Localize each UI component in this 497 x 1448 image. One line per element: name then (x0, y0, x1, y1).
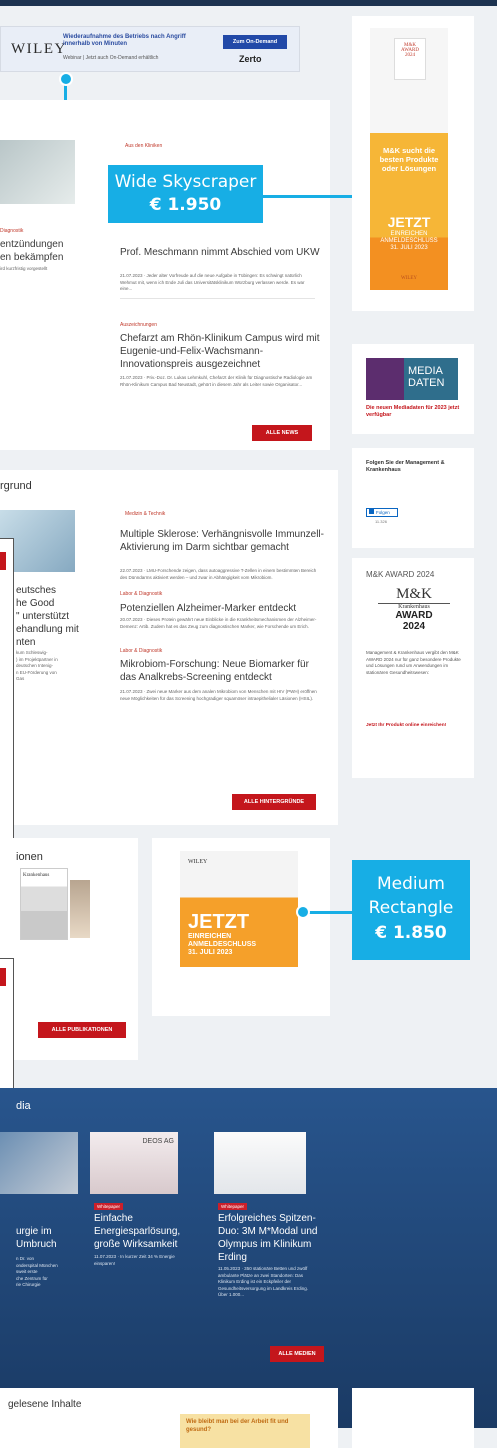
callout-medium-rectangle-line1: Medium (377, 874, 445, 894)
divider (120, 298, 315, 299)
media-card-3-meta: 11.05.2023 · 350 stationäre Betten und z… (218, 1266, 309, 1297)
ad-subline: Webinar | Jetzt auch On-Demand erhältlic… (63, 55, 159, 61)
magazine-title: Krankenhaus (23, 873, 50, 878)
news-item-meta: 21.07.2023 · Jeder alter Vorfreude auf d… (120, 273, 305, 291)
callout-wide-skyscraper-title: Wide Skyscraper (114, 172, 257, 192)
wiley-webinar-ad[interactable]: WILEY Wiederaufnahme des Betriebs nach A… (0, 26, 300, 72)
background-item-title[interactable]: Potenziellen Alzheimer-Marker entdeckt (120, 602, 325, 615)
award-badge: M&K AWARD 2024 (394, 38, 426, 80)
award-logo: M&K Krankenhaus AWARD 2024 (378, 586, 450, 642)
callout-wide-skyscraper: Wide Skyscraper € 1.950 (108, 165, 263, 223)
background-left-text[interactable]: eutsches he Good " unterstützt ehandlung… (16, 584, 111, 649)
mediadaten-link[interactable]: Die neuen Mediadaten für 2023 jetzt verf… (366, 405, 466, 419)
all-background-button[interactable]: ALLE HINTERGRÜNDE (232, 794, 316, 810)
top-bar (0, 0, 497, 6)
mediadaten-arrow-icon (366, 358, 404, 400)
background-item-title[interactable]: Mikrobiom-Forschung: Neue Biomarker für … (120, 658, 325, 684)
follower-count: 11.326 (375, 519, 387, 524)
all-publications-button[interactable]: ALLE PUBLIKATIONEN (38, 1022, 126, 1038)
background-item-label: Labor & Diagnostik (120, 648, 163, 654)
callout-medium-rectangle-price: € 1.850 (375, 923, 447, 943)
skyscraper-cta: JETZT (387, 214, 431, 230)
background-left-meta: kum Schleswig-) im Projektpartner in deut… (16, 650, 58, 681)
news-left-label: Diagnostik (0, 228, 24, 234)
wide-skyscraper-ad[interactable]: M&K AWARD 2024 M&K sucht die besten Prod… (370, 28, 448, 290)
follow-label: Folgen (376, 510, 390, 515)
news-item-meta: 21.07.2023 · Priv.-Doz. Dr. Lukas Lehmku… (120, 375, 313, 387)
ad-headline: Wiederaufnahme des Betriebs nach Angriff… (63, 34, 186, 48)
overlay-red-strip (0, 968, 6, 986)
publications-heading: ionen (16, 851, 43, 863)
award-logo-top: M&K (378, 586, 450, 604)
wiley-logo: WILEY (400, 276, 418, 281)
background-item-meta: 22.07.2023 · LMU-Forschende zeigen, dass… (120, 568, 317, 580)
wiley-logo: WILEY (188, 859, 208, 865)
callout-dot (59, 72, 73, 86)
news-left-meta: ird kurzfristig vorgestellt (0, 266, 48, 271)
callout-medium-rectangle: Medium Rectangle € 1.850 (352, 860, 470, 960)
background-heading: rgrund (0, 480, 32, 492)
magazine-cover: Krankenhaus (20, 868, 68, 940)
news-item-label: Aus den Kliniken (125, 143, 163, 149)
callout-wide-skyscraper-price: € 1.950 (149, 195, 222, 215)
callout-medium-rectangle-line2: Rectangle (368, 898, 454, 918)
ad-on-demand-button[interactable]: Zum On-Demand (223, 35, 287, 49)
award-link[interactable]: Jetzt Ihr Produkt online einreichen! (366, 723, 464, 730)
media-card-1-image (0, 1132, 78, 1194)
overlay-red-strip (0, 552, 6, 570)
award-description: Management & Krankenhaus vergibt den M&K… (366, 650, 461, 675)
media-card-2-image: DEOS AG (90, 1132, 178, 1194)
zerto-logo: Zerto (239, 54, 262, 64)
media-card-2-meta: 11.07.2023 · In kurzer Zeit 34 % Energie… (94, 1254, 175, 1266)
news-left-image (0, 140, 75, 204)
most-read-ad-text: Wie bleibt man bei der Arbeit fit und ge… (186, 1419, 289, 1433)
background-item-label: Medizin & Technik (125, 511, 166, 517)
news-item-title[interactable]: Prof. Meschmann nimmt Abschied vom UKW (120, 246, 320, 259)
media-card-2-label: Whitepaper (94, 1203, 124, 1210)
media-card-3-label: Whitepaper (218, 1203, 248, 1210)
media-card-1-meta: n Dr. von onderspital München sweit erst… (16, 1256, 58, 1287)
media-card-3-image (214, 1132, 306, 1194)
callout-dot (296, 905, 310, 919)
media-card-2-title[interactable]: Einfache Energiesparlösung, große Wirksa… (94, 1212, 192, 1251)
skyscraper-cta-sub: EINREICHEN ANMELDESCHLUSS 31. JULI 2023 (380, 231, 438, 251)
background-item-label: Labor & Diagnostik (120, 591, 163, 597)
linkedin-icon (369, 509, 374, 514)
magazine-stack (70, 880, 90, 938)
all-media-button[interactable]: ALLE MEDIEN (270, 1346, 324, 1362)
most-read-ad[interactable]: Wie bleibt man bei der Arbeit fit und ge… (180, 1414, 310, 1448)
follow-title: Folgen Sie der Management & Krankenhaus (366, 460, 445, 473)
media-heading: dia (16, 1100, 31, 1112)
news-left-headline[interactable]: entzündungen en bekämpfen (0, 238, 90, 264)
medium-rectangle-ad[interactable]: WILEY JETZT EINREICHEN ANMELDESCHLUSS 31… (180, 851, 298, 967)
wiley-logo: WILEY (11, 41, 67, 57)
background-item-title[interactable]: Multiple Sklerose: Verhängnisvolle Immun… (120, 528, 325, 554)
award-logo-bottom: AWARD 2024 (395, 610, 433, 632)
background-item-meta: 21.07.2023 · Zwei neue Marker aus dem an… (120, 689, 317, 701)
media-card-2-logo: DEOS AG (142, 1138, 174, 1145)
award-title: M&K AWARD 2024 (366, 570, 435, 579)
linkedin-follow-button[interactable]: Folgen (366, 508, 398, 517)
skyscraper-message: M&K sucht die besten Produkte oder Lösun… (379, 146, 439, 173)
mediadaten-title: MEDIA DATEN (408, 365, 445, 389)
all-news-button[interactable]: ALLE NEWS (252, 425, 312, 441)
media-card-3-title[interactable]: Erfolgreiches Spitzen-Duo: 3M M*Modal un… (218, 1212, 318, 1264)
media-card-1-title[interactable]: urgie im Umbruch (16, 1225, 80, 1251)
medrect-cta-sub: EINREICHEN ANMELDESCHLUSS 31. JULI 2023 (188, 933, 257, 956)
medrect-cta: JETZT (188, 911, 250, 933)
mediadaten-banner[interactable]: MEDIA DATEN (366, 358, 458, 400)
news-item-label: Auszeichnungen (120, 322, 157, 328)
most-read-ad-card (352, 1388, 474, 1448)
news-item-title[interactable]: Chefarzt am Rhön-Klinikum Campus wird mi… (120, 332, 320, 371)
most-read-heading: gelesene Inhalte (8, 1399, 82, 1410)
background-item-meta: 20.07.2023 · Dieses Protein gewährt neue… (120, 617, 317, 629)
